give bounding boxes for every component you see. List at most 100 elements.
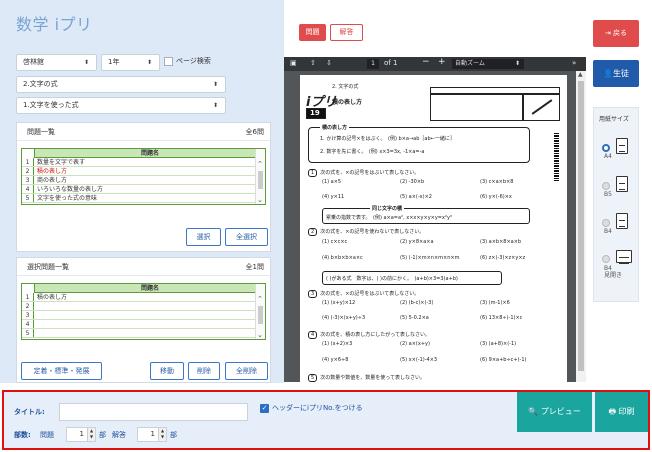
back-button[interactable]: ⇥ 戻る xyxy=(593,20,639,47)
selected-list-count: 全1問 xyxy=(245,263,264,271)
paper-option-b5[interactable]: B5 xyxy=(594,172,640,202)
chevron-up-icon[interactable]: ▲ xyxy=(578,71,583,78)
viewer-scrollbar[interactable]: ▲ xyxy=(576,71,586,382)
doc-q4a: (1) (x+2)×3 xyxy=(322,341,353,347)
row-num: 4 xyxy=(22,185,34,193)
row-num: 2 xyxy=(22,167,34,175)
stepper-icon[interactable]: ▲ ▼ xyxy=(87,428,95,441)
chevron-up-icon[interactable]: ⌃ xyxy=(257,295,263,303)
viewer-toolbar: ▣ ⇧ ⇩ 1 of 1 − + 自動ズーム ⬍ » xyxy=(284,57,586,71)
selected-grid[interactable]: 問題名 1 積の表し方 2 3 4 5 ⌃ ⌄ xyxy=(21,283,266,340)
more-tools-icon[interactable]: » xyxy=(572,59,576,67)
radio-a4[interactable] xyxy=(602,144,610,152)
check-icon[interactable]: ✓ xyxy=(260,403,269,413)
print-label: 印刷 xyxy=(618,407,635,416)
doc-q3a: (1) (x+y)×12 xyxy=(322,300,356,306)
paper-size-label: 用紙サイズ xyxy=(599,116,629,123)
table-row[interactable]: 3 xyxy=(22,311,265,320)
radio-b4-spread[interactable] xyxy=(602,255,610,263)
select-all-button[interactable]: 全選択 xyxy=(225,228,268,246)
delete-all-button[interactable]: 全削除 xyxy=(225,362,268,380)
left-panel: 数学 iプリ 啓林館 ⬍ 1年 ⬍ ページ検索 2.文字の式 ⬍ 1.文字を使った式 ⬍… xyxy=(0,0,284,383)
document-icon xyxy=(616,138,628,154)
doc-q2c: (3) a×b×8×a×b xyxy=(480,239,522,245)
paper-option-a4[interactable]: A4 xyxy=(594,134,640,164)
page-search-label: ページ検索 xyxy=(176,57,211,65)
section-select[interactable]: 1.文字を使った式 ⬍ xyxy=(16,97,226,114)
scroll-thumb[interactable] xyxy=(258,306,263,324)
stepper-icon[interactable]: ▲ ▼ xyxy=(158,428,166,441)
tab-problem[interactable]: 問題 xyxy=(299,24,326,41)
chevron-up-icon[interactable]: ⌃ xyxy=(257,160,263,168)
table-row[interactable]: 4 いろいろな数量の表し方 xyxy=(22,185,265,194)
table-row[interactable]: 2 積の表し方 xyxy=(22,167,265,176)
grid-scrollbar[interactable]: ⌃ ⌄ xyxy=(255,149,265,204)
arrow-down-icon[interactable]: ⇩ xyxy=(326,59,332,67)
problem-copies-input[interactable]: 1 ▲ ▼ xyxy=(66,427,96,442)
header-checkbox[interactable]: ✓ ヘッダーにiプリNo.をつける xyxy=(260,403,363,413)
table-row[interactable]: 4 xyxy=(22,320,265,329)
level-button[interactable]: 定着・標準・発展 xyxy=(21,362,102,380)
row-num: 5 xyxy=(22,329,34,337)
problem-grid[interactable]: 問題名 1 数量を文字で表す 2 積の表し方 3 商の表し方 4 いろいろな数量の表し方… xyxy=(21,148,266,205)
zoom-in-icon[interactable]: + xyxy=(438,57,446,67)
student-button[interactable]: 👤生徒 xyxy=(593,60,639,87)
answer-unit: 部 xyxy=(170,431,177,439)
arrow-up-icon[interactable]: ⇧ xyxy=(310,59,316,67)
table-row[interactable]: 1 数量を文字で表す xyxy=(22,158,265,167)
zoom-out-icon[interactable]: − xyxy=(422,57,430,67)
checkbox-box[interactable] xyxy=(164,56,173,66)
radio-b4[interactable] xyxy=(602,219,610,227)
doc-heading: 積の表し方 xyxy=(332,99,363,106)
textbook-select[interactable]: 啓林館 ⬍ xyxy=(16,54,97,71)
zoom-select[interactable]: 自動ズーム ⬍ xyxy=(452,59,524,69)
sidebar-toggle-icon[interactable]: ▣ xyxy=(290,59,297,67)
doc-note2: ( )がある式 数字は、( )の前にかく。 (a+b)×3=3(a+b) xyxy=(326,276,458,282)
answer-copies-label: 解答 xyxy=(112,431,126,439)
app-title: 数学 iプリ xyxy=(16,15,93,34)
table-row[interactable]: 1 積の表し方 xyxy=(22,293,265,302)
grade-value: 1年 xyxy=(108,58,120,66)
document-icon xyxy=(616,176,628,192)
paper-size-panel: 用紙サイズ A4 B5 B4 B4 見開き xyxy=(593,107,639,302)
row-name: いろいろな数量の表し方 xyxy=(37,186,104,193)
title-input[interactable] xyxy=(59,403,248,421)
tab-answer[interactable]: 解答 xyxy=(330,24,363,41)
grid-column-header: 問題名 xyxy=(34,284,265,293)
problem-list-title: 問題一覧 xyxy=(27,128,55,136)
grade-select[interactable]: 1年 ⬍ xyxy=(101,54,160,71)
chevron-down-icon[interactable]: ⌄ xyxy=(257,331,263,339)
row-name: 商の表し方 xyxy=(37,177,68,184)
doc-q1: 1 次の式を、×の記号をはぶいて表しなさい。 xyxy=(308,169,419,177)
paper-option-b4-spread[interactable]: B4 見開き xyxy=(594,247,640,287)
select-button[interactable]: 選択 xyxy=(186,228,221,246)
table-row[interactable]: 2 xyxy=(22,302,265,311)
paper-option-b4[interactable]: B4 xyxy=(594,209,640,239)
delete-button[interactable]: 削除 xyxy=(188,362,220,380)
doc-q1-text: 次の式を、×の記号をはぶいて表しなさい。 xyxy=(320,170,420,176)
exit-icon: ⇥ xyxy=(604,29,611,37)
answer-copies-input[interactable]: 1 ▲ ▼ xyxy=(137,427,167,442)
row-num: 3 xyxy=(22,311,34,319)
grid-scrollbar[interactable]: ⌃ ⌄ xyxy=(255,284,265,339)
scroll-thumb[interactable] xyxy=(258,171,263,189)
radio-b5[interactable] xyxy=(602,182,610,190)
row-num: 4 xyxy=(22,320,34,328)
doc-section-no: 2. 文字の式 xyxy=(332,84,359,90)
problem-list-count: 全6問 xyxy=(245,128,264,136)
table-row[interactable]: 5 文字を使った式の意味 xyxy=(22,194,265,203)
problem-copies-value: 1 xyxy=(79,430,84,438)
print-button[interactable]: 🖶 印刷 xyxy=(595,392,648,432)
scroll-thumb[interactable] xyxy=(578,81,584,371)
chevron-down-icon: ⬍ xyxy=(83,59,89,66)
row-name xyxy=(34,320,265,328)
chevron-down-icon[interactable]: ⌄ xyxy=(257,196,263,204)
page-number-input[interactable]: 1 xyxy=(367,59,379,69)
move-button[interactable]: 移動 xyxy=(150,362,184,380)
paper-option-label: B4 見開き xyxy=(604,265,623,279)
page-search-checkbox[interactable]: ページ検索 xyxy=(164,56,211,66)
table-row[interactable]: 5 xyxy=(22,329,265,338)
table-row[interactable]: 3 商の表し方 xyxy=(22,176,265,185)
preview-button[interactable]: 🔍 プレビュー xyxy=(517,392,592,432)
chapter-select[interactable]: 2.文字の式 ⬍ xyxy=(16,76,226,93)
